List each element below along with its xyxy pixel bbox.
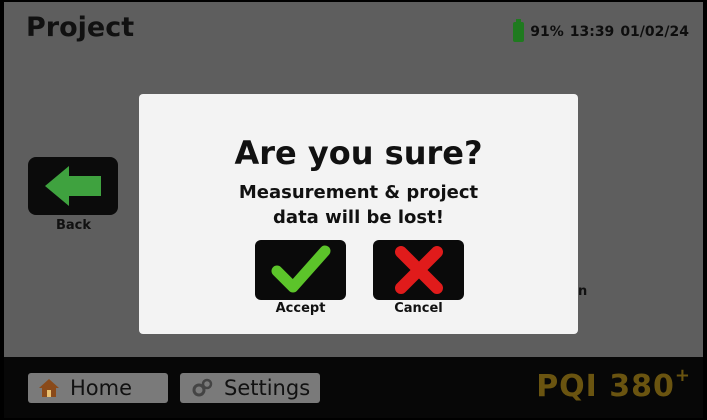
dialog-message-line-2: data will be lost! <box>273 207 444 228</box>
page-title: Project <box>26 12 135 43</box>
settings-label: Settings <box>224 376 311 400</box>
status-bar: 91% 13:39 01/02/24 <box>513 19 689 42</box>
cancel-label: Cancel <box>394 301 443 316</box>
accept-button[interactable] <box>255 240 346 300</box>
home-icon <box>39 379 59 397</box>
battery-icon <box>513 19 525 42</box>
check-icon <box>271 245 330 293</box>
accept-label: Accept <box>275 301 326 316</box>
gear-icon <box>192 378 213 397</box>
battery-level: 91% <box>530 24 564 40</box>
back-label: Back <box>56 218 92 233</box>
x-icon <box>394 246 443 294</box>
home-label: Home <box>70 376 133 400</box>
settings-button[interactable]: Settings <box>180 373 320 403</box>
back-button[interactable] <box>28 157 118 215</box>
arrow-left-icon <box>45 166 101 206</box>
logo-sup: + <box>674 365 691 386</box>
background-text-fragment: n <box>578 284 588 299</box>
home-button[interactable]: Home <box>28 373 168 403</box>
dialog-title: Are you sure? <box>234 134 483 172</box>
brand-logo: PQI 380+ <box>536 365 691 404</box>
dialog-message-line-1: Measurement & project <box>238 182 479 203</box>
cancel-button[interactable] <box>373 240 464 300</box>
device-screen: Project 91% 13:39 01/02/24 Back n Are yo… <box>4 2 703 418</box>
clock-date: 01/02/24 <box>620 24 689 40</box>
logo-text: PQI 380 <box>536 369 675 404</box>
clock-time: 13:39 <box>569 24 615 40</box>
confirm-dialog: Are you sure? Measurement & project data… <box>139 94 578 334</box>
header: Project 91% 13:39 01/02/24 <box>4 2 703 58</box>
dialog-message: Measurement & project data will be lost! <box>139 180 578 230</box>
footer-bar: Home Settings PQI 380+ <box>4 357 703 418</box>
